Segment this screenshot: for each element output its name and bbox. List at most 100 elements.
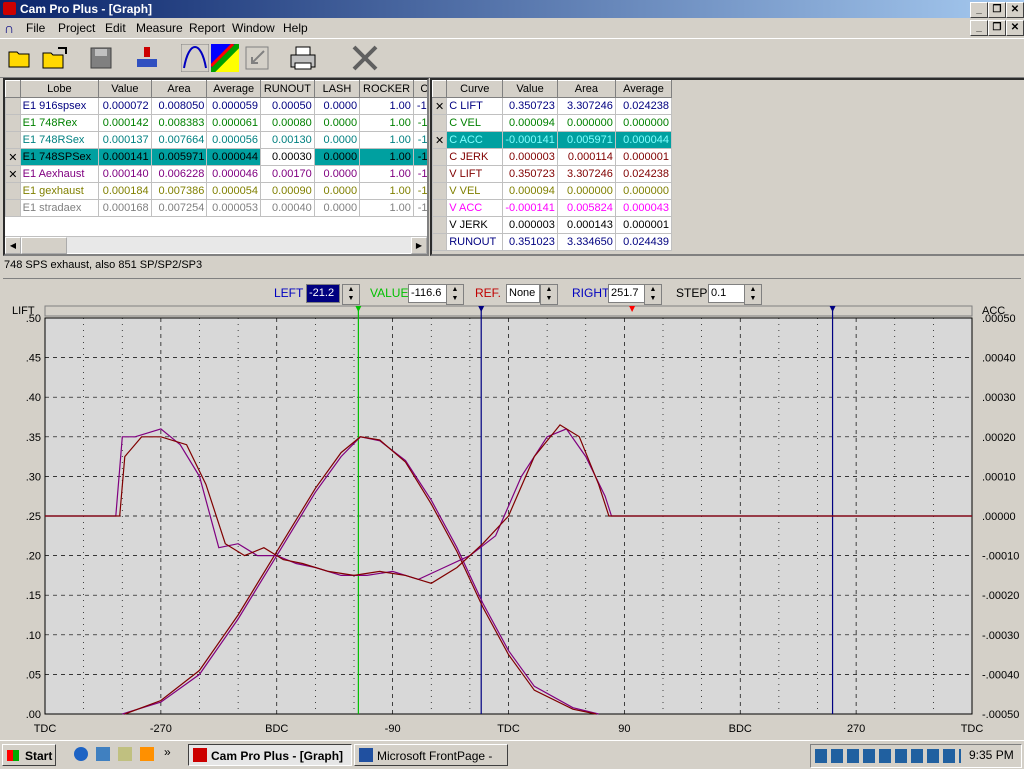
lobe-cell[interactable]: 0.00090 (260, 182, 315, 200)
lobe-row-marker[interactable]: ✕ (5, 165, 21, 183)
app-icon[interactable] (3, 2, 16, 15)
lobe-table-row[interactable]: E1 gexhaust 0.000184 0.007386 0.000054 0.000… (5, 182, 427, 200)
curve-cell[interactable]: 0.351023 (502, 233, 558, 251)
curve-row-marker[interactable] (432, 165, 448, 183)
lobe-cell[interactable]: 1.00 (359, 148, 414, 166)
curve-header-average[interactable]: Average (614, 80, 673, 98)
lobe-cell[interactable]: E1 stradaex (19, 199, 100, 217)
lobe-cell[interactable]: E1 gexhaust (19, 182, 100, 200)
lobe-table-row[interactable]: E1 stradaex 0.000168 0.007254 0.000053 0.000… (5, 199, 427, 217)
curve-cell[interactable]: 0.000000 (614, 182, 673, 200)
lobe-cell[interactable]: 1.00 (359, 131, 414, 149)
curve-cell[interactable]: C JERK (446, 148, 504, 166)
lobe-row-marker[interactable] (5, 114, 21, 132)
lobe-cell[interactable]: 0.000184 (98, 182, 152, 200)
lobe-cell[interactable]: 0.0000 (313, 97, 361, 115)
lobe-cell[interactable]: 0.005971 (150, 148, 208, 166)
lobe-header-lobe[interactable]: Lobe (19, 80, 100, 98)
menu-measure[interactable]: Measure (136, 21, 183, 35)
menu-help[interactable]: Help (283, 21, 308, 35)
lobe-cell[interactable]: -115. (412, 182, 427, 200)
curve-table-row[interactable]: ✕ C ACC -0.000141 0.005971 0.000044 (432, 131, 673, 149)
lobe-cell[interactable]: 0.000061 (206, 114, 262, 132)
lobe-cell[interactable]: E1 916spsex (19, 97, 100, 115)
lobe-table-row[interactable]: E1 748Rex 0.000142 0.008383 0.000061 0.00080… (5, 114, 427, 132)
scroll-thumb[interactable] (21, 237, 67, 254)
lobe-table-row[interactable]: ✕ E1 748SPSex 0.000141 0.005971 0.000044 0.00… (5, 148, 427, 166)
resize-icon[interactable] (242, 43, 272, 73)
curve-graph-icon[interactable] (180, 43, 210, 73)
curve-cell[interactable]: 0.000000 (556, 114, 616, 132)
color-palette-icon[interactable] (210, 43, 240, 73)
lobe-cell[interactable]: E1 Aexhaust (19, 165, 100, 183)
restore-button[interactable]: ❐ (988, 2, 1006, 18)
lobe-header-rocker[interactable]: ROCKER (359, 80, 414, 98)
task-cam-pro[interactable]: Cam Pro Plus - [Graph] (188, 744, 352, 766)
lobe-cell[interactable]: 0.000059 (206, 97, 262, 115)
curve-header-value[interactable]: Value (502, 80, 558, 98)
lobe-cell[interactable]: 0.00030 (260, 148, 315, 166)
open-folder-icon[interactable] (6, 43, 36, 73)
lobe-cell[interactable]: -115. (412, 165, 427, 183)
lobe-cell[interactable]: 1.00 (359, 97, 414, 115)
curve-cell[interactable]: 0.000003 (502, 148, 558, 166)
curve-row-marker[interactable] (432, 182, 448, 200)
lobe-header-runout[interactable]: RUNOUT (260, 80, 315, 98)
lobe-table-row[interactable]: ✕ E1 Aexhaust 0.000140 0.006228 0.000046 0.00… (5, 165, 427, 183)
desktop-icon[interactable] (118, 747, 132, 761)
lobe-cell[interactable]: 1.00 (359, 199, 414, 217)
curve-row-marker[interactable] (432, 216, 448, 234)
curve-cell[interactable]: 3.334650 (556, 233, 616, 251)
curve-cell[interactable]: 0.000000 (556, 182, 616, 200)
lobe-table-row[interactable]: E1 916spsex 0.000072 0.008050 0.000059 0.000… (5, 97, 427, 115)
lobe-cell[interactable]: 0.008050 (150, 97, 208, 115)
lobe-cell[interactable]: 0.000140 (98, 165, 152, 183)
lobe-cell[interactable]: 0.000053 (206, 199, 262, 217)
curve-cell[interactable]: 0.000094 (502, 182, 558, 200)
lobe-cell[interactable]: 0.0000 (313, 148, 361, 166)
curve-row-marker[interactable]: ✕ (432, 131, 448, 149)
lobe-cell[interactable]: E1 748Rex (19, 114, 100, 132)
network-icon[interactable] (96, 747, 110, 761)
curve-cell[interactable]: 0.000003 (502, 216, 558, 234)
close-button[interactable]: ✕ (1006, 2, 1024, 18)
lobe-row-marker[interactable] (5, 199, 21, 217)
lobe-cell[interactable]: -120. (412, 97, 427, 115)
lobe-cell[interactable]: 0.00170 (260, 165, 315, 183)
lobe-table-hscrollbar[interactable]: ◀ ▶ (5, 236, 427, 254)
lobe-cell[interactable]: -112. (412, 199, 427, 217)
lobe-row-marker[interactable] (5, 97, 21, 115)
curve-cell[interactable]: 0.000001 (614, 216, 673, 234)
lobe-cell[interactable]: 0.006228 (150, 165, 208, 183)
lobe-header-average[interactable]: Average (206, 80, 262, 98)
lobe-cell[interactable]: 0.00040 (260, 199, 315, 217)
lobe-cell[interactable]: 0.000072 (98, 97, 152, 115)
curve-row-marker[interactable] (432, 114, 448, 132)
curve-cell[interactable]: RUNOUT (446, 233, 504, 251)
lobe-cell[interactable]: 0.000137 (98, 131, 152, 149)
curve-cell[interactable]: V ACC (446, 199, 504, 217)
curve-table-row[interactable]: C VEL 0.000094 0.000000 0.000000 (432, 114, 673, 132)
lobe-cell[interactable]: 0.0000 (313, 114, 361, 132)
lobe-cell[interactable]: 0.000056 (206, 131, 262, 149)
curve-cell[interactable]: V LIFT (446, 165, 504, 183)
open-folder-arrow-icon[interactable] (40, 43, 70, 73)
lobe-cell[interactable]: -110. (412, 114, 427, 132)
curve-row-marker[interactable]: ✕ (432, 97, 448, 115)
lobe-cell[interactable]: 0.007386 (150, 182, 208, 200)
curve-cell[interactable]: 3.307246 (556, 165, 616, 183)
curve-header-area[interactable]: Area (556, 80, 616, 98)
curve-cell[interactable]: V JERK (446, 216, 504, 234)
lobe-cell[interactable]: 0.0000 (313, 165, 361, 183)
lobe-cell[interactable]: E1 748SPSex (19, 148, 100, 166)
lobe-cell[interactable]: 0.000046 (206, 165, 262, 183)
curve-cell[interactable]: 0.000044 (614, 131, 673, 149)
lobe-cell[interactable]: -113. (412, 131, 427, 149)
lift-acc-chart[interactable]: .50.00050.45.00040.40.00030.35.00020.30.… (0, 300, 1024, 740)
curve-table-row[interactable]: V ACC -0.000141 0.005824 0.000043 (432, 199, 673, 217)
menu-report[interactable]: Report (189, 21, 225, 35)
lobe-cell[interactable]: 0.0000 (313, 131, 361, 149)
curve-cell[interactable]: 0.005971 (556, 131, 616, 149)
curve-table-row[interactable]: V VEL 0.000094 0.000000 0.000000 (432, 182, 673, 200)
lobe-cell[interactable]: 0.000141 (98, 148, 152, 166)
